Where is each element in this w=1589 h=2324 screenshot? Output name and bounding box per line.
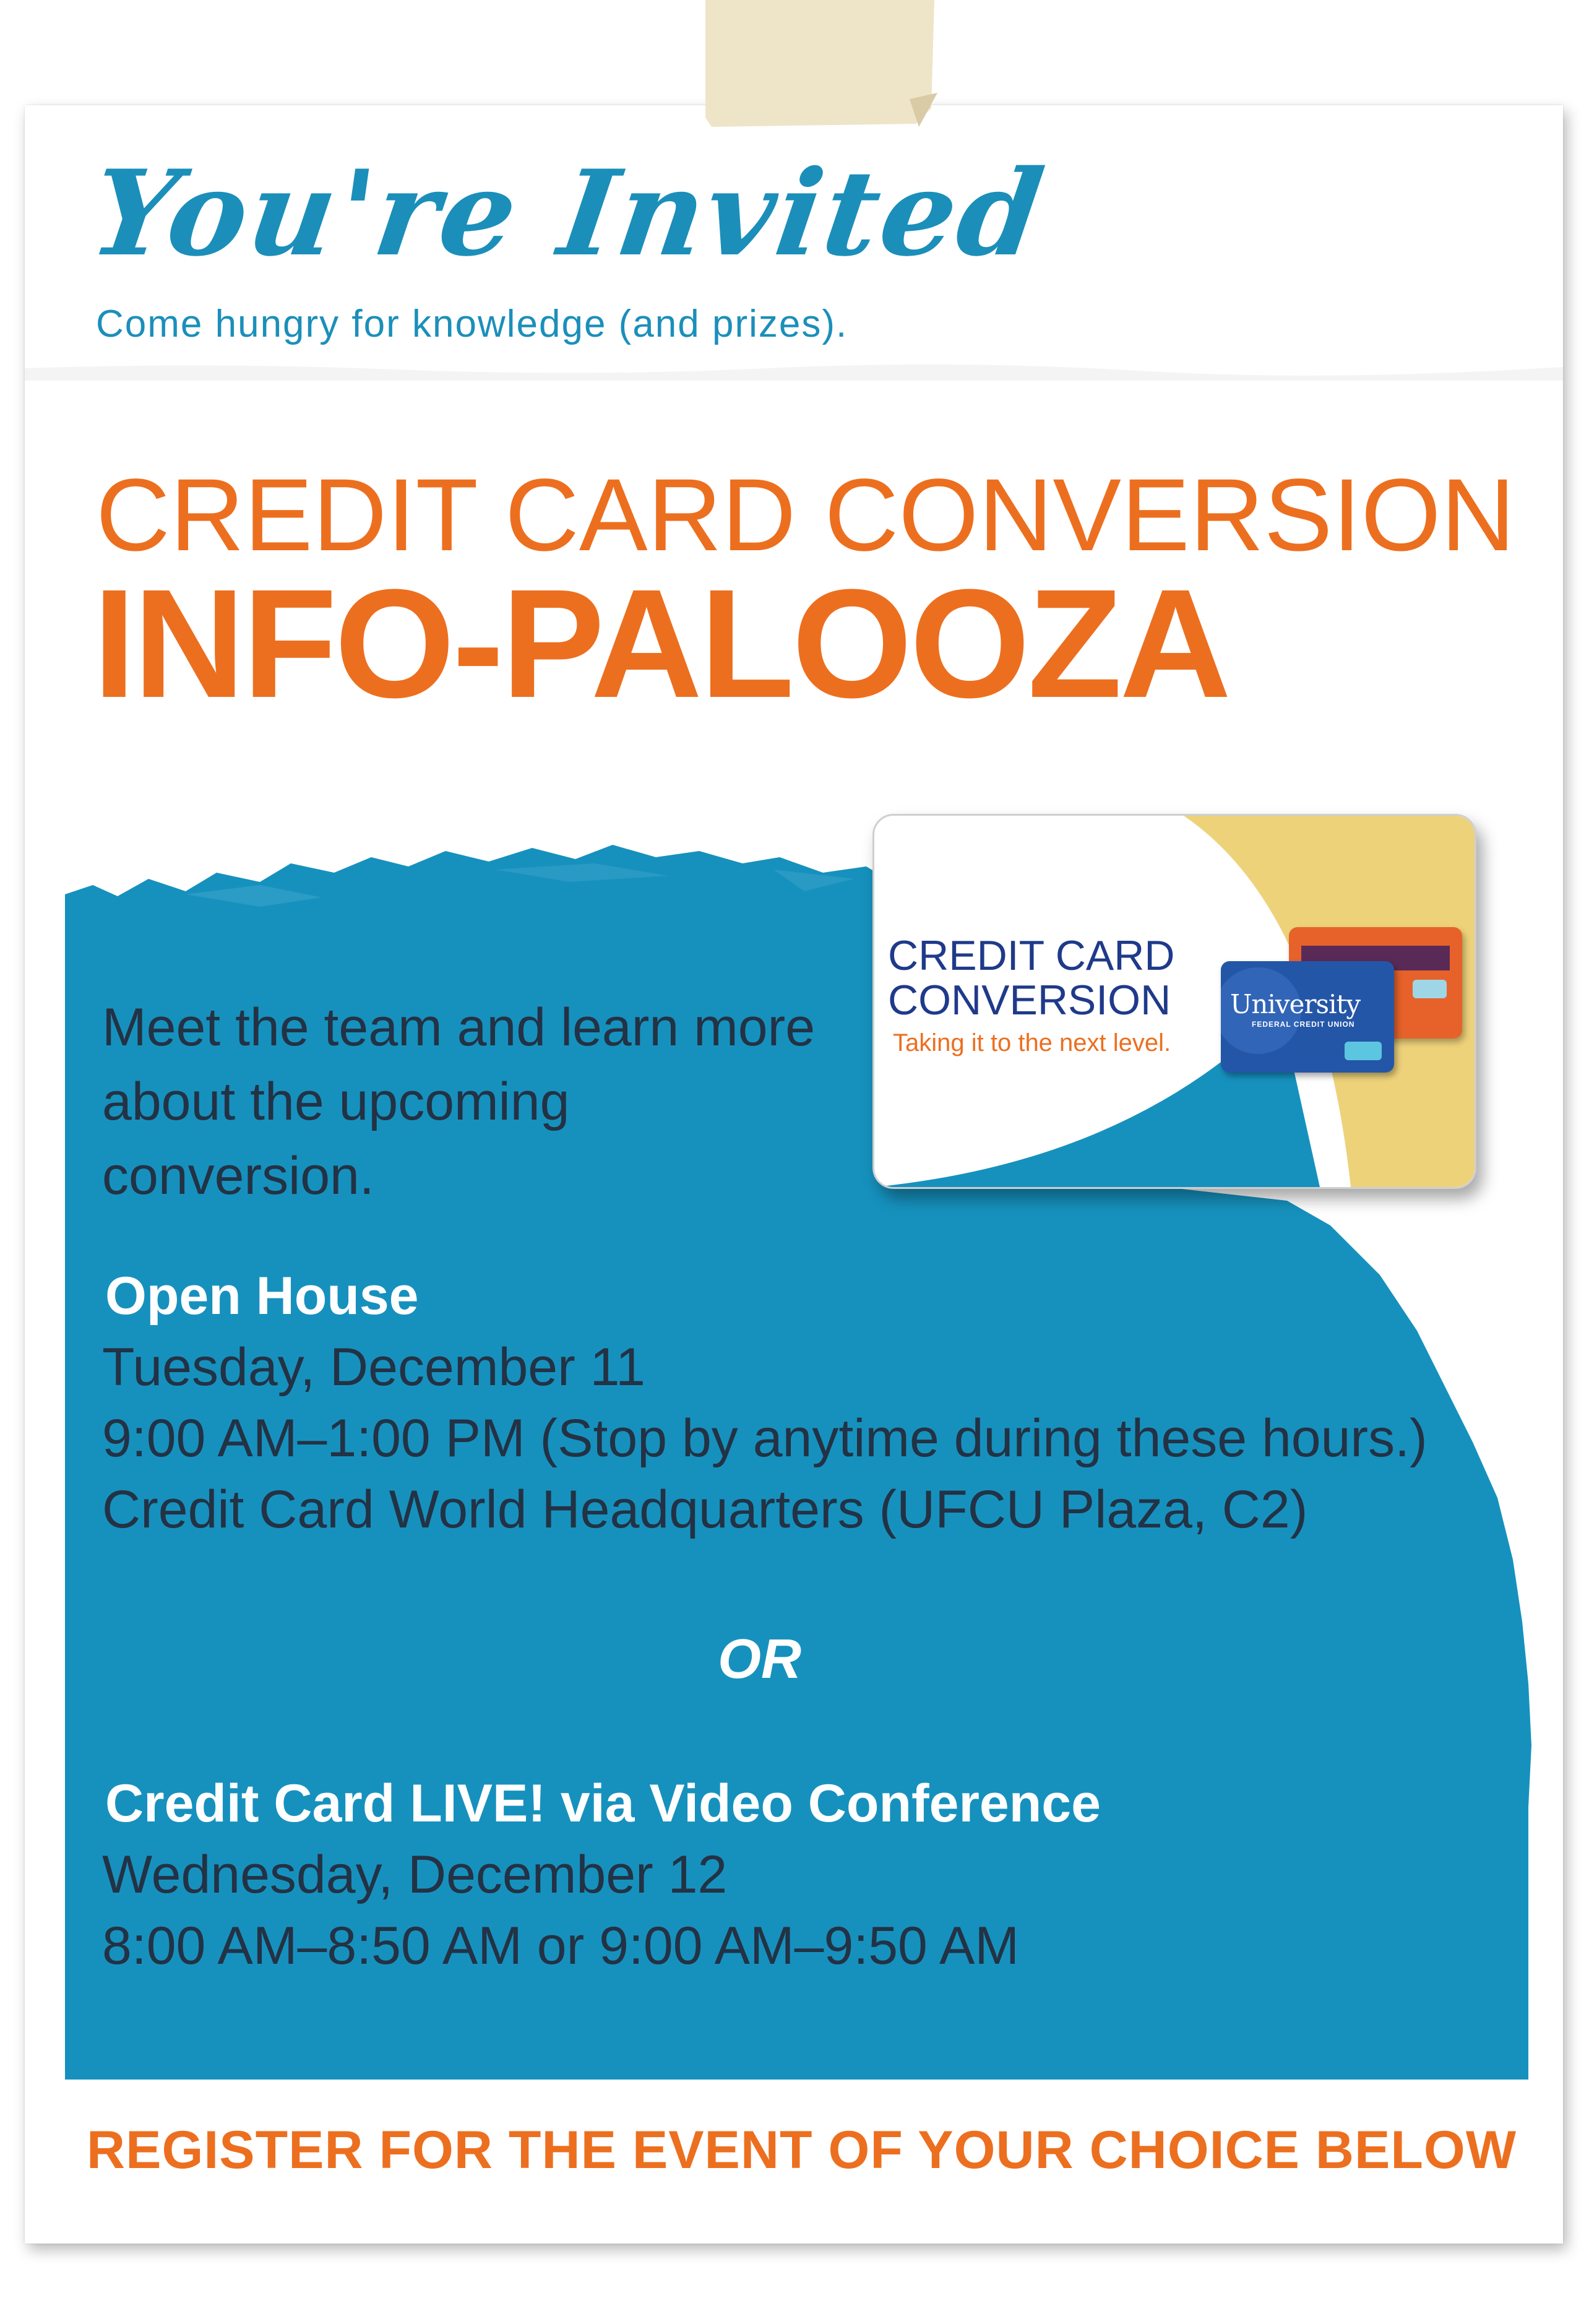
register-callout: REGISTER FOR THE EVENT OF YOUR CHOICE BE… [87,2120,1517,2180]
credit-card-graphic: University FEDERAL CREDIT UNION CREDIT C… [872,814,1476,1189]
video-date: Wednesday, December 12 [102,1845,728,1904]
open-house-date: Tuesday, December 11 [102,1337,645,1397]
or-separator: OR [718,1628,801,1690]
open-house-location: Credit Card World Headquarters (UFCU Pla… [102,1480,1308,1539]
video-time: 8:00 AM–8:50 AM or 9:00 AM–9:50 AM [102,1916,1020,1976]
card-brand-fine: FEDERAL CREDIT UNION [1252,1020,1355,1029]
card-brand-logo: University [1230,989,1361,1019]
intro-text: Meet the team and learn more about the u… [102,998,816,1206]
card-subtitle: Taking it to the next level. [893,1029,1171,1056]
chip-icon [1413,980,1447,998]
open-house-title: Open House [105,1266,419,1326]
open-house-time: 9:00 AM–1:00 PM (Stop by anytime during … [102,1409,1428,1468]
card-title: CREDIT CARD CONVERSION [888,933,1174,1022]
card-title-line1: CREDIT CARD [888,932,1175,979]
video-title: Credit Card LIVE! via Video Conference [105,1774,1101,1833]
card-title-line2: CONVERSION [888,977,1171,1024]
